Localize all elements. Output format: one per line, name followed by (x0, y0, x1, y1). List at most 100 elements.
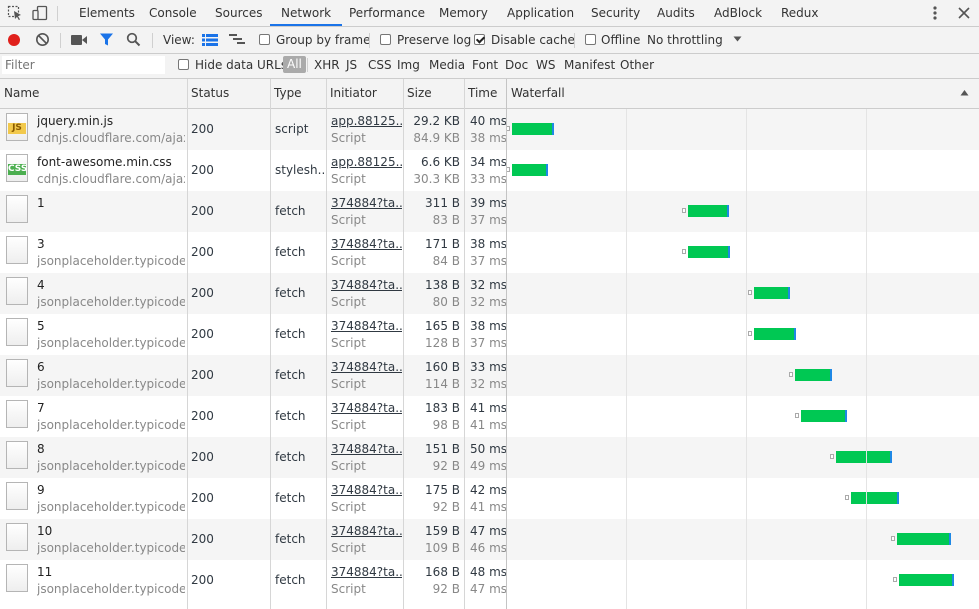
table-row[interactable]: 4 jsonplaceholder.typicode.... 200 fetch 374… (0, 273, 979, 314)
initiator-link[interactable]: 374884?ta... (331, 360, 402, 374)
waterfall-bar[interactable] (688, 205, 730, 217)
initiator-link[interactable]: app.88125... (331, 155, 402, 169)
clear-icon[interactable] (35, 32, 50, 47)
request-domain: jsonplaceholder.typicode.... (37, 459, 185, 473)
initiator-type: Script (331, 459, 366, 473)
initiator-link[interactable]: 374884?ta... (331, 565, 402, 579)
waterfall-bar[interactable] (835, 451, 893, 463)
tab-security[interactable]: Security (591, 0, 640, 26)
table-row[interactable]: 7 jsonplaceholder.typicode.... 200 fetch 374… (0, 396, 979, 437)
tab-elements[interactable]: Elements (79, 0, 135, 26)
waterfall-bar[interactable] (795, 369, 833, 381)
table-row[interactable]: 5 jsonplaceholder.typicode.... 200 fetch 374… (0, 314, 979, 355)
preserve-log-checkbox[interactable] (380, 34, 391, 45)
filter-input[interactable] (2, 56, 165, 74)
waterfall-bar[interactable] (688, 246, 731, 258)
throttling-select[interactable]: No throttling (647, 33, 723, 47)
waterfall-bar[interactable] (800, 410, 847, 422)
more-options-icon[interactable] (928, 5, 942, 21)
filter-type-xhr[interactable]: XHR (314, 58, 340, 72)
table-row[interactable]: 11 jsonplaceholder.typicode.... 200 fetch 37… (0, 560, 979, 601)
filter-type-css[interactable]: CSS (368, 58, 392, 72)
disable-cache-checkbox[interactable] (474, 34, 485, 45)
column-header-time[interactable]: Time (464, 79, 506, 108)
total-time: 38 ms (470, 237, 508, 251)
search-icon[interactable] (126, 32, 141, 47)
waterfall-download-segment (830, 369, 833, 381)
initiator-link[interactable]: 374884?ta... (331, 483, 402, 497)
initiator-link[interactable]: 374884?ta... (331, 319, 402, 333)
column-header-name[interactable]: Name (0, 79, 187, 108)
file-icon (6, 318, 28, 346)
file-icon (6, 482, 28, 510)
waterfall-bar[interactable] (851, 492, 899, 504)
tab-network[interactable]: Network (270, 0, 343, 26)
waterfall-bar[interactable] (754, 328, 797, 340)
file-icon (6, 195, 28, 223)
table-row[interactable]: 3 jsonplaceholder.typicode.... 200 fetch 374… (0, 232, 979, 273)
table-row[interactable]: 8 jsonplaceholder.typicode.... 200 fetch 374… (0, 437, 979, 478)
filter-type-font[interactable]: Font (472, 58, 498, 72)
filter-icon[interactable] (99, 32, 114, 47)
tab-memory[interactable]: Memory (439, 0, 488, 26)
latency-time: 32 ms (470, 377, 508, 391)
filter-type-media[interactable]: Media (429, 58, 465, 72)
tab-performance[interactable]: Performance (349, 0, 425, 26)
device-toolbar-icon[interactable] (32, 5, 48, 21)
overview-waterfall-icon[interactable] (229, 33, 246, 47)
request-type: fetch (275, 573, 306, 587)
tab-adblock[interactable]: AdBlock (714, 0, 762, 26)
filter-type-doc[interactable]: Doc (505, 58, 528, 72)
waterfall-bar[interactable] (899, 574, 954, 586)
table-row[interactable]: JS jquery.min.js cdnjs.cloudflare.com/ajax… (0, 109, 979, 150)
waterfall-download-segment (794, 328, 797, 340)
waterfall-bar[interactable] (512, 123, 555, 135)
request-domain: jsonplaceholder.typicode.... (37, 500, 185, 514)
sort-ascending-icon[interactable] (960, 89, 969, 97)
table-row[interactable]: CSS font-awesome.min.css cdnjs.cloudflare.… (0, 150, 979, 191)
request-name: 7 (37, 401, 45, 415)
initiator-link[interactable]: 374884?ta... (331, 401, 402, 415)
column-header-size[interactable]: Size (403, 79, 464, 108)
initiator-link[interactable]: 374884?ta... (331, 237, 402, 251)
large-request-rows-icon[interactable] (202, 34, 218, 46)
tab-console[interactable]: Console (149, 0, 197, 26)
close-icon[interactable] (957, 6, 971, 20)
tab-audits[interactable]: Audits (657, 0, 695, 26)
tab-redux[interactable]: Redux (781, 0, 819, 26)
filter-type-img[interactable]: Img (397, 58, 420, 72)
table-row[interactable]: 1 200 fetch 374884?ta... Script 311 B 83 B 39 m… (0, 191, 979, 232)
filter-type-ws[interactable]: WS (536, 58, 555, 72)
filter-type-manifest[interactable]: Manifest (564, 58, 615, 72)
initiator-link[interactable]: 374884?ta... (331, 196, 402, 210)
capture-screenshots-icon[interactable] (71, 34, 88, 46)
group-by-frame-checkbox[interactable] (259, 34, 270, 45)
offline-checkbox[interactable] (585, 34, 596, 45)
initiator-link[interactable]: 374884?ta... (331, 278, 402, 292)
chevron-down-icon[interactable] (733, 35, 742, 43)
column-header-initiator[interactable]: Initiator (326, 79, 403, 108)
waterfall-bar[interactable] (754, 287, 790, 299)
tab-sources[interactable]: Sources (215, 0, 262, 26)
tab-application[interactable]: Application (507, 0, 574, 26)
inspect-element-icon[interactable] (7, 5, 23, 21)
column-header-type[interactable]: Type (270, 79, 326, 108)
waterfall-bar[interactable] (512, 164, 549, 176)
offline-label: Offline (601, 33, 641, 47)
waterfall-bar[interactable] (896, 533, 952, 545)
hide-data-urls-checkbox[interactable] (178, 59, 189, 70)
filter-type-other[interactable]: Other (620, 58, 654, 72)
filter-type-js[interactable]: JS (346, 58, 357, 72)
initiator-type: Script (331, 500, 366, 514)
column-header-status[interactable]: Status (187, 79, 270, 108)
initiator-link[interactable]: app.88125... (331, 114, 402, 128)
record-icon[interactable] (7, 33, 21, 47)
table-row[interactable]: 6 jsonplaceholder.typicode.... 200 fetch 374… (0, 355, 979, 396)
column-header-waterfall[interactable]: Waterfall (507, 79, 947, 108)
filter-type-all[interactable]: All (283, 56, 306, 73)
initiator-link[interactable]: 374884?ta... (331, 524, 402, 538)
table-row[interactable]: 10 jsonplaceholder.typicode.... 200 fetch 37… (0, 519, 979, 560)
table-row[interactable]: 9 jsonplaceholder.typicode.... 200 fetch 374… (0, 478, 979, 519)
initiator-link[interactable]: 374884?ta... (331, 442, 402, 456)
total-time: 42 ms (470, 483, 508, 497)
